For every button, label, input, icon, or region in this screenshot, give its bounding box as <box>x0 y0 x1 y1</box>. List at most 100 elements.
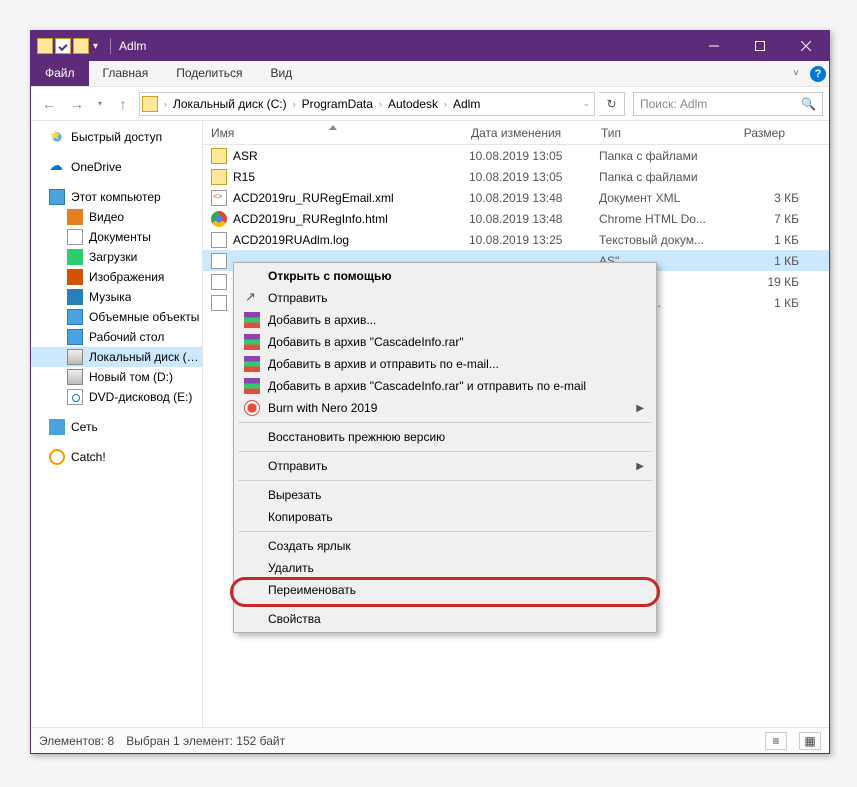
tab-file[interactable]: Файл <box>31 61 89 86</box>
nav-up-button[interactable]: ↑ <box>111 92 135 116</box>
titlebar-separator <box>110 38 111 54</box>
maximize-button[interactable] <box>737 31 783 61</box>
qat: ▾ <box>31 38 106 54</box>
ctx-burn-nero[interactable]: Burn with Nero 2019▶ <box>236 397 654 419</box>
ctx-add-email-name[interactable]: Добавить в архив "CascadeInfo.rar" и отп… <box>236 375 654 397</box>
sidebar-network[interactable]: Сеть <box>31 417 202 437</box>
file-row[interactable]: ACD2019ru_RURegInfo.html10.08.2019 13:48… <box>203 208 829 229</box>
col-size[interactable]: Размер <box>723 126 793 140</box>
ctx-send[interactable]: Отправить <box>236 287 654 309</box>
sidebar-downloads[interactable]: Загрузки <box>31 247 202 267</box>
chevron-right-icon[interactable]: › <box>162 99 169 109</box>
sidebar-music[interactable]: Музыка <box>31 287 202 307</box>
ctx-separator <box>238 604 652 605</box>
chevron-right-icon[interactable]: › <box>291 99 298 109</box>
sidebar-3dobjects[interactable]: Объемные объекты <box>31 307 202 327</box>
ctx-add-archive-name[interactable]: Добавить в архив "CascadeInfo.rar" <box>236 331 654 353</box>
dvd-icon <box>67 389 83 405</box>
search-icon[interactable]: 🔍 <box>801 97 816 111</box>
nav-history-dropdown[interactable]: ▾ <box>93 92 107 116</box>
tab-home[interactable]: Главная <box>89 61 163 86</box>
view-details-button[interactable]: ≡ <box>765 732 787 750</box>
file-row[interactable]: ACD2019RUAdlm.log10.08.2019 13:25Текстов… <box>203 229 829 250</box>
chevron-right-icon: ▶ <box>636 461 644 472</box>
folder-icon <box>37 38 53 54</box>
status-bar: Элементов: 8 Выбран 1 элемент: 152 байт … <box>31 727 829 753</box>
close-button[interactable] <box>783 31 829 61</box>
ctx-separator <box>238 531 652 532</box>
file-row[interactable]: ACD2019ru_RURegEmail.xml10.08.2019 13:48… <box>203 187 829 208</box>
ctx-rename[interactable]: Переименовать <box>236 579 654 601</box>
sidebar: Быстрый доступ OneDrive Этот компьютер В… <box>31 121 203 727</box>
ctx-restore[interactable]: Восстановить прежнюю версию <box>236 426 654 448</box>
ctx-add-email[interactable]: Добавить в архив и отправить по e-mail..… <box>236 353 654 375</box>
doc-icon <box>67 229 83 245</box>
qat-dropdown-icon[interactable]: ▾ <box>91 41 100 52</box>
sidebar-cdisk[interactable]: Локальный диск (C:) <box>31 347 202 367</box>
crumb-adlm[interactable]: Adlm <box>451 97 482 111</box>
crumb-programdata[interactable]: ProgramData <box>300 97 375 111</box>
ribbon-collapse-icon[interactable]: ˅ <box>785 61 807 86</box>
nero-icon <box>244 400 260 416</box>
search-placeholder: Поиск: Adlm <box>640 97 801 111</box>
share-icon <box>244 290 260 306</box>
ctx-separator <box>238 451 652 452</box>
crumb-autodesk[interactable]: Autodesk <box>386 97 440 111</box>
winrar-icon <box>244 378 260 394</box>
view-icons-button[interactable]: ▦ <box>799 732 821 750</box>
address-dropdown-icon[interactable]: ⌄ <box>580 98 592 109</box>
music-icon <box>67 289 83 305</box>
text-icon <box>211 295 227 311</box>
refresh-button[interactable]: ↻ <box>599 92 625 116</box>
ctx-shortcut[interactable]: Создать ярлык <box>236 535 654 557</box>
sidebar-ddisk[interactable]: Новый том (D:) <box>31 367 202 387</box>
sidebar-onedrive[interactable]: OneDrive <box>31 157 202 177</box>
minimize-button[interactable] <box>691 31 737 61</box>
sidebar-dvd[interactable]: DVD-дисковод (E:) <box>31 387 202 407</box>
sidebar-images[interactable]: Изображения <box>31 267 202 287</box>
winrar-icon <box>244 334 260 350</box>
star-icon <box>49 129 65 145</box>
3d-icon <box>67 309 83 325</box>
address-bar[interactable]: › Локальный диск (C:) › ProgramData › Au… <box>139 92 595 116</box>
sidebar-thispc[interactable]: Этот компьютер <box>31 187 202 207</box>
crumb-c[interactable]: Локальный диск (C:) <box>171 97 289 111</box>
ctx-open-with[interactable]: Открыть с помощью <box>236 265 654 287</box>
network-icon <box>49 419 65 435</box>
sidebar-documents[interactable]: Документы <box>31 227 202 247</box>
tab-view[interactable]: Вид <box>256 61 306 86</box>
ctx-send-to[interactable]: Отправить▶ <box>236 455 654 477</box>
folder-icon <box>211 148 227 164</box>
sidebar-quickaccess[interactable]: Быстрый доступ <box>31 127 202 147</box>
help-button[interactable]: ? <box>807 61 829 86</box>
file-row[interactable]: R1510.08.2019 13:05Папка с файлами <box>203 166 829 187</box>
nav-back-button[interactable]: ← <box>37 92 61 116</box>
ctx-separator <box>238 422 652 423</box>
ctx-delete[interactable]: Удалить <box>236 557 654 579</box>
column-headers: Имя Дата изменения Тип Размер <box>203 121 829 145</box>
file-row[interactable]: ASR10.08.2019 13:05Папка с файлами <box>203 145 829 166</box>
search-box[interactable]: Поиск: Adlm 🔍 <box>633 92 823 116</box>
pc-icon <box>49 189 65 205</box>
sidebar-desktop[interactable]: Рабочий стол <box>31 327 202 347</box>
disk-icon <box>67 349 83 365</box>
chevron-right-icon[interactable]: › <box>377 99 384 109</box>
ctx-copy[interactable]: Копировать <box>236 506 654 528</box>
col-date[interactable]: Дата изменения <box>463 126 593 140</box>
nav-forward-button[interactable]: → <box>65 92 89 116</box>
sidebar-video[interactable]: Видео <box>31 207 202 227</box>
qat-newfolder-icon[interactable] <box>73 38 89 54</box>
xml-icon <box>211 190 227 206</box>
col-name[interactable]: Имя <box>203 126 463 140</box>
ctx-cut[interactable]: Вырезать <box>236 484 654 506</box>
ctx-properties[interactable]: Свойства <box>236 608 654 630</box>
qat-properties-icon[interactable] <box>55 38 71 54</box>
status-count: Элементов: 8 <box>39 734 114 748</box>
winrar-icon <box>244 312 260 328</box>
video-icon <box>67 209 83 225</box>
chevron-right-icon[interactable]: › <box>442 99 449 109</box>
tab-share[interactable]: Поделиться <box>162 61 256 86</box>
col-type[interactable]: Тип <box>593 126 723 140</box>
sidebar-catch[interactable]: Catch! <box>31 447 202 467</box>
ctx-add-archive[interactable]: Добавить в архив... <box>236 309 654 331</box>
